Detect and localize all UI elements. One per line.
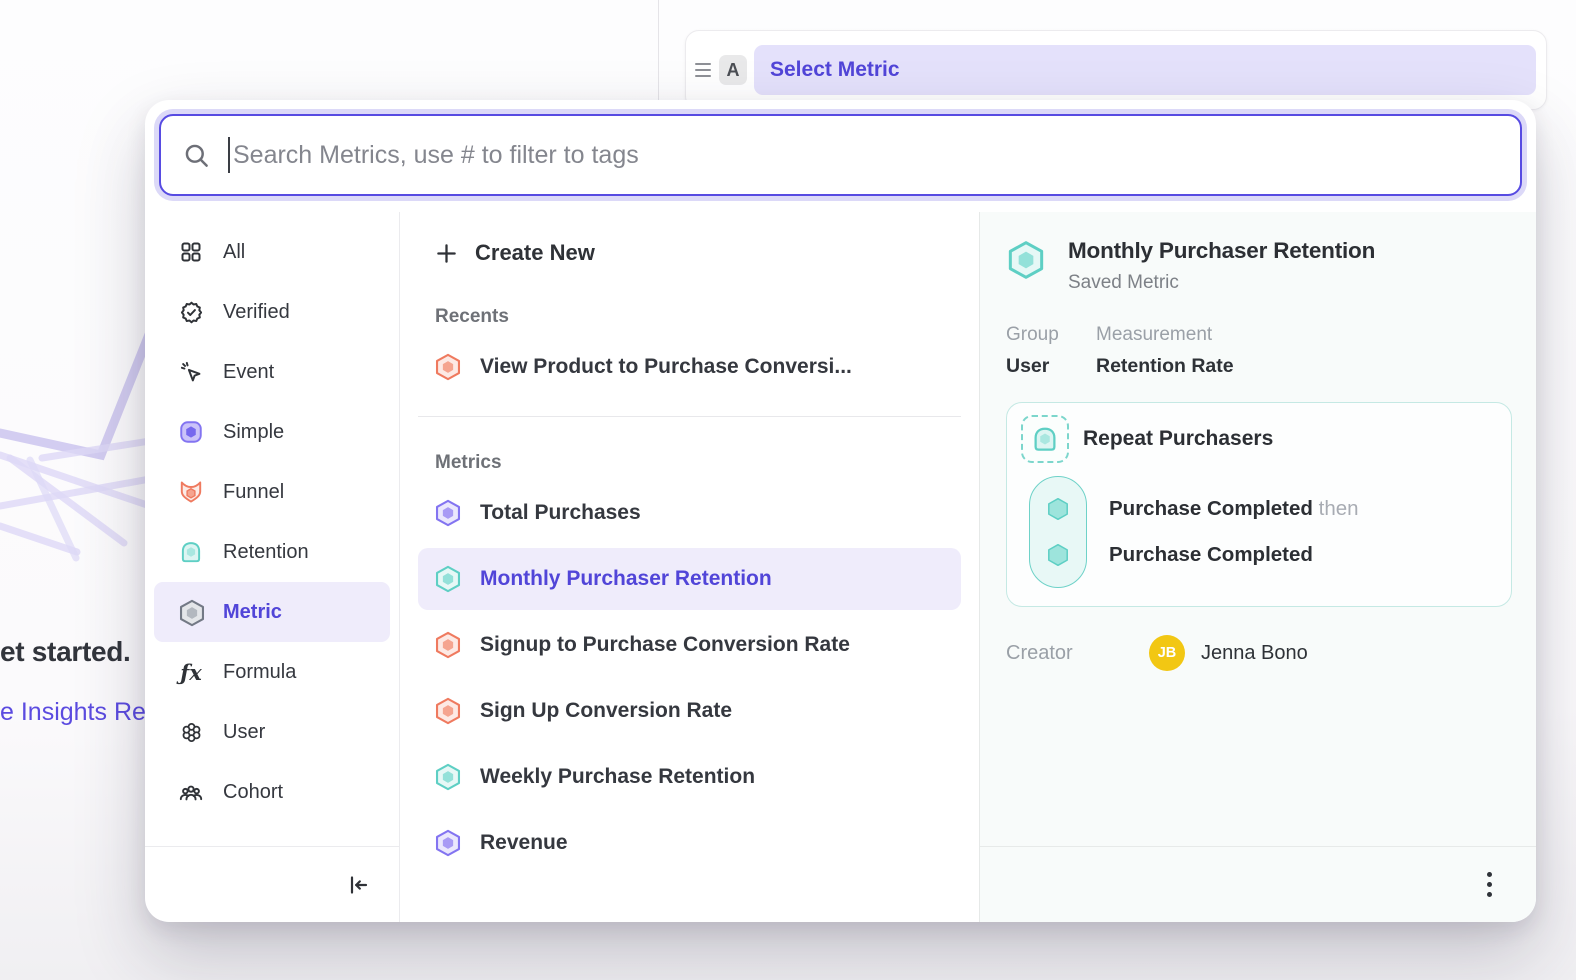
section-label-recents: Recents	[435, 306, 961, 332]
search-icon	[183, 142, 210, 169]
detail-title: Monthly Purchaser Retention	[1068, 238, 1375, 264]
plus-icon	[435, 242, 458, 265]
sidebar-item-formula[interactable]: ƒx Formula	[154, 642, 390, 702]
sidebar-item-verified[interactable]: Verified	[154, 282, 390, 342]
simple-metric-icon	[434, 499, 462, 527]
sidebar-item-event[interactable]: Event	[154, 342, 390, 402]
sidebar-item-cohort[interactable]: Cohort	[154, 762, 390, 822]
funnel-metric-icon	[434, 697, 462, 725]
step-hexagon-icon	[1045, 496, 1071, 522]
list-item-label: Sign Up Conversion Rate	[480, 699, 732, 723]
list-item[interactable]: Total Purchases	[418, 482, 961, 544]
metric-detail-panel: Monthly Purchaser Retention Saved Metric…	[979, 212, 1536, 922]
step-1-event: Purchase Completed	[1109, 497, 1313, 520]
funnel-icon	[178, 479, 204, 505]
sidebar-item-label: Formula	[223, 661, 296, 684]
simple-metric-icon	[178, 419, 204, 445]
search-input[interactable]: Search Metrics, use # to filter to tags	[159, 114, 1522, 196]
steps-capsule	[1029, 476, 1087, 588]
list-item-label: Weekly Purchase Retention	[480, 765, 755, 789]
definition-title: Repeat Purchasers	[1083, 427, 1273, 451]
creator-name: Jenna Bono	[1201, 642, 1308, 665]
list-item-label: Monthly Purchaser Retention	[480, 567, 772, 591]
type-sidebar: All Verified	[145, 212, 400, 922]
list-item[interactable]: Weekly Purchase Retention	[418, 746, 961, 808]
section-divider	[418, 416, 961, 417]
sidebar-item-user[interactable]: User	[154, 702, 390, 762]
detail-subtitle: Saved Metric	[1068, 272, 1375, 294]
background-report-link-clipped[interactable]: e Insights Re	[0, 698, 147, 734]
sidebar-item-label: Verified	[223, 301, 290, 324]
screen: et started. e Insights Re A Select Metri…	[0, 0, 1576, 980]
text-caret	[228, 137, 230, 173]
background-chart-decoration	[0, 330, 150, 670]
group-label: Group	[1006, 324, 1096, 346]
detail-footer	[980, 846, 1536, 922]
sidebar-item-label: All	[223, 241, 245, 264]
create-new-button[interactable]: Create New	[418, 222, 961, 284]
metric-query-row: A Select Metric	[685, 30, 1547, 110]
sidebar-item-label: Event	[223, 361, 274, 384]
sidebar-item-retention[interactable]: Retention	[154, 522, 390, 582]
background-column-divider	[658, 0, 659, 100]
sidebar-item-label: Retention	[223, 541, 309, 564]
list-item[interactable]: View Product to Purchase Conversi...	[418, 336, 961, 398]
sidebar-item-label: User	[223, 721, 265, 744]
background-heading-clipped: et started.	[0, 636, 147, 676]
sidebar-item-all[interactable]: All	[154, 222, 390, 282]
simple-metric-icon	[434, 829, 462, 857]
sidebar-item-metric[interactable]: Metric	[154, 582, 390, 642]
list-item-selected[interactable]: Monthly Purchaser Retention	[418, 548, 961, 610]
drag-handle-icon[interactable]	[695, 63, 711, 77]
sidebar-item-label: Metric	[223, 601, 282, 624]
list-item[interactable]: Revenue	[418, 812, 961, 874]
list-item-label: Signup to Purchase Conversion Rate	[480, 633, 850, 657]
section-label-metrics: Metrics	[435, 452, 961, 478]
definition-card: Repeat Purchasers	[1006, 402, 1512, 607]
retention-icon	[178, 539, 204, 565]
step-2-event: Purchase Completed	[1109, 543, 1313, 566]
select-metric-button[interactable]: Select Metric	[754, 45, 1536, 95]
group-value: User	[1006, 355, 1096, 378]
list-item-label: Total Purchases	[480, 501, 641, 525]
cohort-icon	[178, 779, 204, 805]
sidebar-item-label: Cohort	[223, 781, 283, 804]
cursor-click-icon	[178, 359, 204, 385]
sidebar-item-label: Simple	[223, 421, 284, 444]
sidebar-item-simple[interactable]: Simple	[154, 402, 390, 462]
funnel-metric-icon	[434, 631, 462, 659]
step-hexagon-icon	[1045, 542, 1071, 568]
metric-hexagon-icon	[178, 599, 204, 625]
verified-badge-icon	[178, 299, 204, 325]
series-letter-badge: A	[719, 55, 747, 85]
formula-icon: ƒx	[178, 659, 204, 685]
funnel-metric-icon	[434, 353, 462, 381]
retention-metric-icon	[1006, 240, 1046, 280]
users-cluster-icon	[178, 719, 204, 745]
measurement-label: Measurement	[1096, 324, 1234, 346]
list-item-label: Revenue	[480, 831, 568, 855]
retention-metric-icon	[434, 763, 462, 791]
more-options-icon[interactable]	[1481, 866, 1498, 903]
create-new-label: Create New	[475, 240, 595, 266]
saved-behavior-icon	[1021, 415, 1069, 463]
grid-icon	[178, 239, 204, 265]
search-placeholder: Search Metrics, use # to filter to tags	[233, 141, 639, 170]
creator-avatar: JB	[1149, 635, 1185, 671]
sidebar-item-funnel[interactable]: Funnel	[154, 462, 390, 522]
modal-body: All Verified	[145, 212, 1536, 922]
metric-picker-modal: Search Metrics, use # to filter to tags …	[145, 100, 1536, 922]
metric-list: Create New Recents View Product to Purch…	[400, 212, 979, 922]
list-item-label: View Product to Purchase Conversi...	[480, 355, 852, 379]
sidebar-footer	[145, 846, 399, 922]
retention-metric-icon	[434, 565, 462, 593]
creator-label: Creator	[1006, 642, 1149, 665]
list-item[interactable]: Signup to Purchase Conversion Rate	[418, 614, 961, 676]
collapse-left-icon[interactable]	[346, 873, 370, 897]
list-item[interactable]: Sign Up Conversion Rate	[418, 680, 961, 742]
measurement-value: Retention Rate	[1096, 355, 1234, 378]
sidebar-item-label: Funnel	[223, 481, 284, 504]
